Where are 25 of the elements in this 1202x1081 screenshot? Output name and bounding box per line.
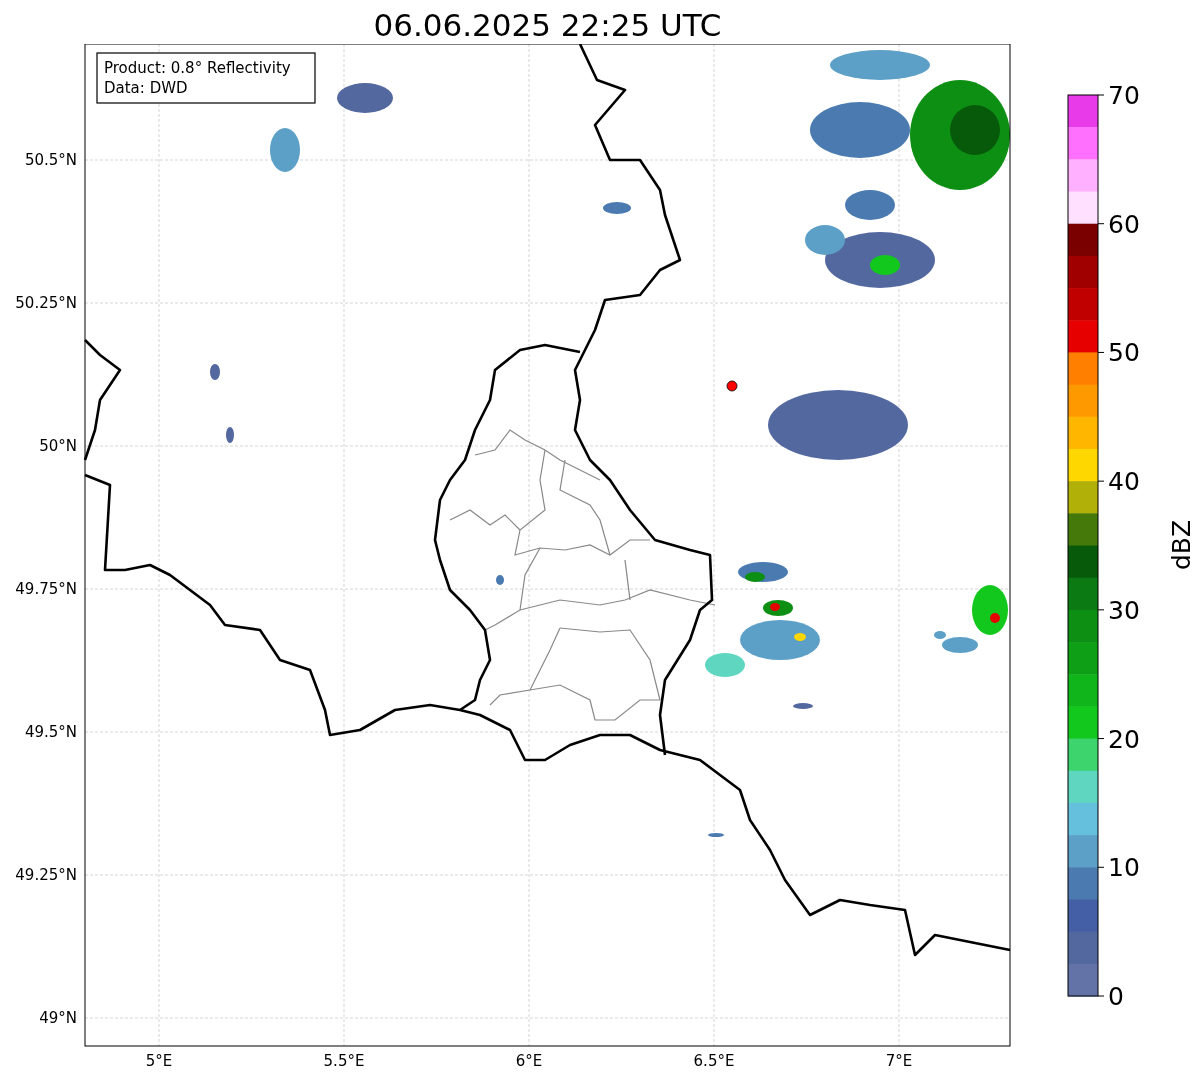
colorbar-tick-label: 20 xyxy=(1108,724,1140,754)
colorbar-tick-label: 40 xyxy=(1108,467,1140,497)
x-tick-label: 5.5°E xyxy=(323,1052,365,1070)
colorbar-tick-label: 10 xyxy=(1108,853,1140,883)
y-tick-label: 50.5°N xyxy=(24,151,77,169)
x-tick-label: 5°E xyxy=(145,1052,173,1070)
colorbar-tick-label: 30 xyxy=(1108,595,1140,625)
y-tick-label: 49.25°N xyxy=(15,866,77,884)
y-tick-label: 50°N xyxy=(39,437,77,455)
y-tick-label: 50.25°N xyxy=(15,294,77,312)
legend-text: Product: 0.8° Reflectivity xyxy=(104,59,291,77)
y-tick-label: 49.5°N xyxy=(24,723,77,741)
x-tick-label: 7°E xyxy=(885,1052,913,1070)
radar-site-icon xyxy=(726,380,738,392)
y-tick-label: 49.75°N xyxy=(15,580,77,598)
x-tick-label: 6.5°E xyxy=(693,1052,735,1070)
y-tick-label: 49°N xyxy=(39,1009,77,1027)
colorbar-tick-label: 60 xyxy=(1108,209,1140,239)
chart-title: 06.06.2025 22:25 UTC xyxy=(372,6,723,44)
x-tick-label: 6°E xyxy=(515,1052,543,1070)
colorbar-tick-label: 50 xyxy=(1108,338,1140,368)
colorbar-tick-label: 70 xyxy=(1108,81,1140,110)
legend-text: Data: DWD xyxy=(104,79,188,97)
colorbar-label: dBZ xyxy=(1167,519,1196,571)
colorbar-tick-label: 0 xyxy=(1108,982,1124,1011)
